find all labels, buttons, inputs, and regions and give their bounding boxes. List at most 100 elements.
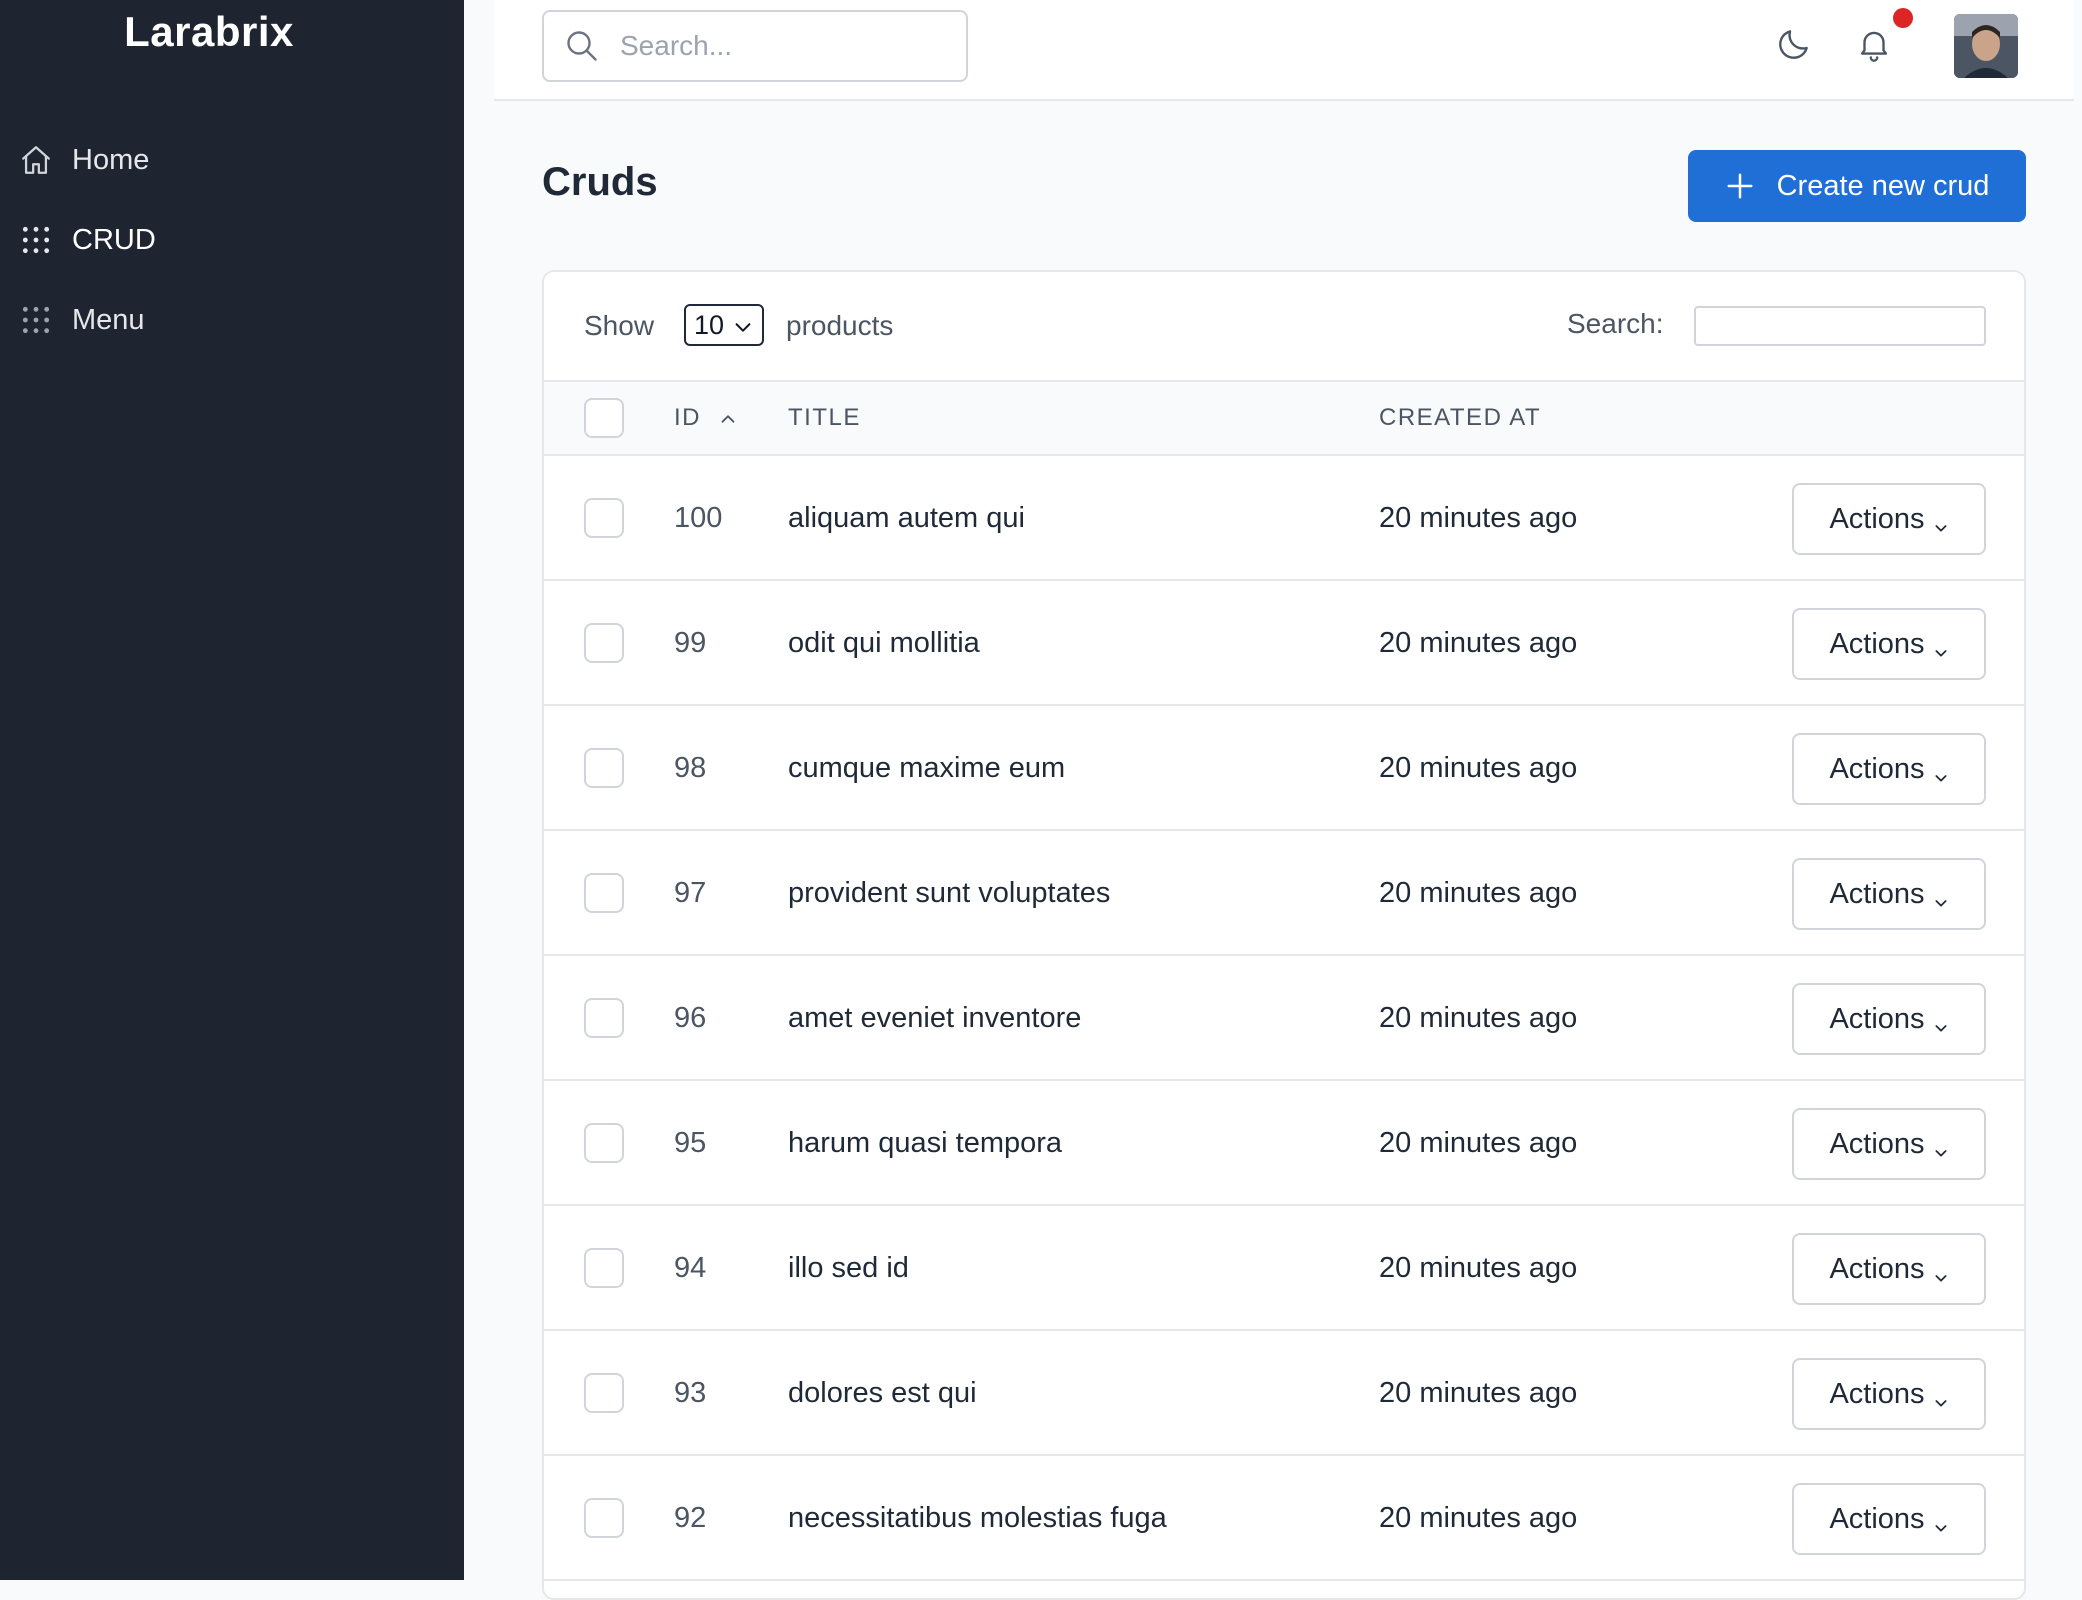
sidebar-item-crud[interactable]: CRUD (0, 200, 464, 280)
chevron-down-icon (1933, 1136, 1949, 1157)
chevron-down-icon (1933, 1511, 1949, 1532)
sidebar-nav: Home CRUD Menu (0, 120, 464, 360)
search-input[interactable] (620, 30, 950, 62)
table-row: 97 provident sunt voluptates 20 minutes … (544, 831, 2024, 956)
page-size-select[interactable]: 10 (684, 304, 764, 346)
row-checkbox[interactable] (584, 623, 624, 663)
sidebar-item-home[interactable]: Home (0, 120, 464, 200)
topbar (494, 0, 2074, 101)
crud-table-card: Show 10 products Search: ID TITLE CREATE… (542, 270, 2026, 1600)
cell-created-at: 20 minutes ago (1379, 877, 1578, 909)
cell-title: aliquam autem qui (788, 502, 1025, 534)
brand-logo[interactable]: Larabrix (0, 8, 418, 56)
chevron-down-icon (1933, 886, 1949, 907)
home-icon (18, 142, 54, 178)
plus-icon (1725, 171, 1755, 201)
chevron-down-icon (1933, 1011, 1949, 1032)
cell-created-at: 20 minutes ago (1379, 1377, 1578, 1409)
column-header-label: ID (674, 404, 701, 431)
actions-label: Actions (1829, 877, 1925, 910)
row-checkbox[interactable] (584, 1248, 624, 1288)
actions-button[interactable]: Actions (1792, 1233, 1986, 1305)
sidebar-item-label: CRUD (72, 223, 156, 256)
create-crud-button[interactable]: Create new crud (1688, 150, 2026, 222)
actions-button[interactable]: Actions (1792, 483, 1986, 555)
actions-button[interactable]: Actions (1792, 608, 1986, 680)
cell-id: 96 (674, 1002, 707, 1034)
actions-label: Actions (1829, 1002, 1925, 1035)
create-button-label: Create new crud (1776, 169, 1990, 202)
cell-created-at: 20 minutes ago (1379, 1502, 1578, 1534)
actions-label: Actions (1829, 502, 1925, 535)
cell-id: 100 (674, 502, 723, 534)
row-checkbox[interactable] (584, 748, 624, 788)
show-label: Show (584, 310, 655, 341)
table-row: 96 amet eveniet inventore 20 minutes ago… (544, 956, 2024, 1081)
table-row: 94 illo sed id 20 minutes ago Actions (544, 1206, 2024, 1331)
table-search-label: Search: (1567, 308, 1664, 339)
cell-id: 99 (674, 627, 707, 659)
actions-button[interactable]: Actions (1792, 733, 1986, 805)
column-header-id[interactable]: ID (674, 404, 739, 432)
table-controls: Show 10 products Search: (544, 272, 2024, 382)
cell-id: 93 (674, 1377, 707, 1409)
table-row: 95 harum quasi tempora 20 minutes ago Ac… (544, 1081, 2024, 1206)
entity-label: products (786, 310, 894, 341)
row-checkbox[interactable] (584, 1498, 624, 1538)
sidebar-item-menu[interactable]: Menu (0, 280, 464, 360)
row-checkbox[interactable] (584, 1373, 624, 1413)
cell-created-at: 20 minutes ago (1379, 502, 1578, 534)
global-search[interactable] (542, 10, 968, 82)
cell-created-at: 20 minutes ago (1379, 627, 1578, 659)
cell-id: 98 (674, 752, 707, 784)
chevron-down-icon (1933, 1261, 1949, 1282)
dark-mode-toggle[interactable] (1770, 22, 1818, 70)
cell-title: odit qui mollitia (788, 627, 980, 659)
search-icon (564, 28, 600, 64)
avatar[interactable] (1954, 14, 2018, 78)
chevron-down-icon (1933, 1386, 1949, 1407)
actions-button[interactable]: Actions (1792, 858, 1986, 930)
page-title: Cruds (542, 160, 658, 204)
chevron-down-icon (732, 314, 754, 336)
bell-icon (1855, 25, 1893, 68)
cell-title: necessitatibus molestias fuga (788, 1502, 1167, 1534)
sort-ascending-icon (717, 408, 739, 430)
actions-label: Actions (1829, 1252, 1925, 1285)
cell-id: 97 (674, 877, 707, 909)
cell-title: cumque maxime eum (788, 752, 1066, 784)
select-all-checkbox[interactable] (584, 398, 624, 438)
cell-created-at: 20 minutes ago (1379, 1002, 1578, 1034)
cell-title: provident sunt voluptates (788, 877, 1111, 909)
chevron-down-icon (1933, 636, 1949, 657)
row-checkbox[interactable] (584, 873, 624, 913)
row-checkbox[interactable] (584, 998, 624, 1038)
cell-id: 94 (674, 1252, 707, 1284)
cell-title: harum quasi tempora (788, 1127, 1063, 1159)
actions-button[interactable]: Actions (1792, 983, 1986, 1055)
sidebar-item-label: Home (72, 143, 150, 176)
cell-created-at: 20 minutes ago (1379, 752, 1578, 784)
table-row: 100 aliquam autem qui 20 minutes ago Act… (544, 456, 2024, 581)
column-header-created-at[interactable]: CREATED AT (1379, 404, 1541, 432)
sidebar: Larabrix Home CRUD Menu (0, 0, 464, 1580)
table-row: 92 necessitatibus molestias fuga 20 minu… (544, 1456, 2024, 1581)
actions-label: Actions (1829, 627, 1925, 660)
actions-button[interactable]: Actions (1792, 1108, 1986, 1180)
actions-button[interactable]: Actions (1792, 1483, 1986, 1555)
table-search-input[interactable] (1694, 306, 1986, 346)
notifications-button[interactable] (1850, 22, 1898, 70)
actions-label: Actions (1829, 752, 1925, 785)
actions-button[interactable]: Actions (1792, 1358, 1986, 1430)
actions-label: Actions (1829, 1502, 1925, 1535)
table-header: ID TITLE CREATED AT (544, 382, 2024, 456)
row-checkbox[interactable] (584, 498, 624, 538)
actions-label: Actions (1829, 1377, 1925, 1410)
table-row: 93 dolores est qui 20 minutes ago Action… (544, 1331, 2024, 1456)
row-checkbox[interactable] (584, 1123, 624, 1163)
column-header-title[interactable]: TITLE (788, 404, 861, 432)
actions-label: Actions (1829, 1127, 1925, 1160)
grid-dots-icon (18, 222, 54, 258)
cell-title: dolores est qui (788, 1377, 977, 1409)
cell-title: illo sed id (788, 1252, 909, 1284)
